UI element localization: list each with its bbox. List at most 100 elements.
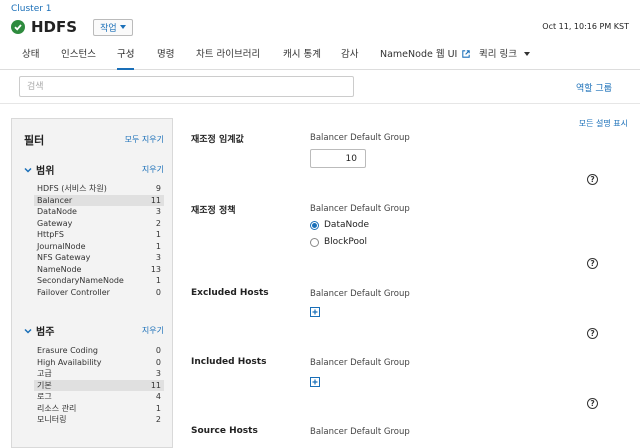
filter-item-main[interactable]: 기본 11	[34, 379, 164, 391]
tab-configuration[interactable]: 구성	[117, 40, 135, 70]
add-excluded-host-button[interactable]	[310, 307, 320, 317]
caret-down-icon	[524, 52, 531, 56]
prop-source-hosts-label: Source Hosts	[191, 426, 258, 436]
filter-item-label: NFS Gateway	[37, 253, 91, 263]
filter-item-namenode[interactable]: NameNode 13	[34, 264, 164, 276]
tab-status[interactable]: 상태	[22, 40, 39, 70]
filter-item-count: 0	[155, 287, 161, 297]
filter-item-label: JournalNode	[37, 241, 86, 251]
tab-audit[interactable]: 감사	[341, 40, 358, 70]
filter-item-count: 1	[155, 276, 161, 286]
tab-quick-links[interactable]: 퀵리 링크	[479, 40, 531, 70]
prop-included-hosts-label: Included Hosts	[191, 357, 267, 367]
filter-item-balancer[interactable]: Balancer 11	[34, 194, 164, 206]
category-clear-link[interactable]: 지우기	[142, 325, 164, 336]
help-icon[interactable]: ?	[587, 328, 598, 339]
chevron-down-icon	[24, 167, 32, 173]
category-group-title: 범주	[36, 327, 55, 338]
tab-instances[interactable]: 인스턴스	[61, 40, 96, 70]
prop-threshold-group: Balancer Default Group	[310, 133, 410, 143]
help-icon[interactable]: ?	[587, 398, 598, 409]
caret-down-icon	[119, 25, 126, 29]
external-link-icon	[462, 50, 471, 58]
prop-excluded-hosts-label: Excluded Hosts	[191, 288, 269, 298]
scope-filter-list: HDFS (서비스 차원) 9 Balancer 11 DataNode 3 Gate…	[34, 183, 164, 298]
filter-item-resource-management[interactable]: 리소스 관리 1	[34, 403, 164, 415]
tab-cache-stats[interactable]: 캐시 통계	[283, 40, 321, 70]
filter-item-logs[interactable]: 로그 4	[34, 391, 164, 403]
filter-item-monitoring[interactable]: 모니터링 2	[34, 414, 164, 426]
filter-item-count: 1	[155, 241, 161, 251]
filter-item-label: High Availability	[37, 357, 102, 367]
search-bar: 역할 그룹	[0, 70, 640, 104]
timestamp: Oct 11, 10:16 PM KST	[542, 22, 629, 31]
filter-item-count: 4	[155, 392, 161, 402]
chevron-down-icon	[24, 328, 32, 334]
filter-item-label: SecondaryNameNode	[37, 276, 124, 286]
filter-title: 필터	[24, 134, 45, 147]
filter-panel: 필터 모두 지우기 범위 지우기 HDFS (서비스 차원) 9 Balancer…	[11, 118, 173, 448]
filter-item-label: Failover Controller	[37, 287, 110, 297]
filter-item-hdfs-service[interactable]: HDFS (서비스 차원) 9	[34, 183, 164, 195]
filter-item-count: 3	[155, 253, 161, 263]
scope-group-title: 범위	[36, 166, 55, 177]
tab-bar: 상태 인스턴스 구성 명령 차트 라이브러리 캐시 통계 감사 NameNode…	[0, 40, 640, 70]
help-icon[interactable]: ?	[587, 174, 598, 185]
header: Cluster 1 HDFS 작업 Oct 11, 10:16 PM KST	[0, 0, 640, 40]
add-included-host-button[interactable]	[310, 377, 320, 387]
radio-unselected-icon	[310, 237, 319, 247]
help-icon[interactable]: ?	[587, 258, 598, 269]
filter-item-label: Balancer	[37, 195, 73, 205]
filter-item-secondarynamenode[interactable]: SecondaryNameNode 1	[34, 275, 164, 287]
filter-item-count: 0	[155, 357, 161, 367]
tab-namenode-web-ui-label: NameNode 웹 UI	[380, 49, 458, 60]
radio-blockpool[interactable]: BlockPool	[310, 237, 367, 247]
prop-threshold-label: 재조정 임계값	[191, 135, 244, 145]
tab-commands[interactable]: 명령	[157, 40, 174, 70]
filter-item-count: 1	[155, 230, 161, 240]
filter-item-count: 3	[155, 369, 161, 379]
check-circle-icon	[11, 20, 25, 34]
threshold-input[interactable]	[310, 149, 366, 168]
service-title-row: HDFS 작업	[11, 17, 133, 37]
filter-item-count: 0	[155, 346, 161, 356]
filter-item-failover-controller[interactable]: Failover Controller 0	[34, 287, 164, 299]
plus-icon	[312, 379, 318, 385]
filter-item-count: 2	[155, 415, 161, 425]
tab-chart-library[interactable]: 차트 라이브러리	[196, 40, 260, 70]
tab-namenode-web-ui[interactable]: NameNode 웹 UI	[380, 40, 471, 70]
filter-item-label: Erasure Coding	[37, 346, 98, 356]
filter-item-high-availability[interactable]: High Availability 0	[34, 357, 164, 369]
filter-item-nfs-gateway[interactable]: NFS Gateway 3	[34, 252, 164, 264]
filter-item-count: 9	[155, 184, 161, 194]
category-filter-list: Erasure Coding 0 High Availability 0 고급 3 기…	[34, 345, 164, 426]
prop-policy-group: Balancer Default Group	[310, 204, 410, 214]
show-all-descriptions-link[interactable]: 모든 설명 표시	[579, 118, 628, 129]
filter-item-erasure-coding[interactable]: Erasure Coding 0	[34, 345, 164, 357]
filter-item-count: 3	[155, 207, 161, 217]
prop-included-hosts-group: Balancer Default Group	[310, 358, 410, 368]
radio-selected-icon	[310, 220, 319, 230]
filter-item-advanced[interactable]: 고급 3	[34, 368, 164, 380]
filter-item-gateway[interactable]: Gateway 2	[34, 218, 164, 230]
filter-item-label: 기본	[37, 380, 52, 390]
scope-clear-link[interactable]: 지우기	[142, 164, 164, 175]
actions-dropdown-button[interactable]: 작업	[93, 18, 133, 36]
search-input[interactable]	[19, 76, 354, 97]
clear-all-filters-link[interactable]: 모두 지우기	[125, 134, 164, 145]
filter-item-datanode[interactable]: DataNode 3	[34, 206, 164, 218]
filter-item-label: 모니터링	[37, 415, 67, 425]
service-name: HDFS	[31, 18, 78, 36]
filter-item-count: 11	[150, 195, 161, 205]
filter-item-label: HttpFS	[37, 230, 64, 240]
category-group-toggle[interactable]: 범주	[24, 323, 54, 338]
filter-item-httpfs[interactable]: HttpFS 1	[34, 229, 164, 241]
filter-item-label: HDFS (서비스 차원)	[37, 184, 107, 194]
filter-item-label: NameNode	[37, 264, 82, 274]
role-group-link[interactable]: 역할 그룹	[576, 81, 612, 94]
scope-group-toggle[interactable]: 범위	[24, 162, 54, 177]
actions-label: 작업	[100, 23, 117, 34]
breadcrumb-cluster[interactable]: Cluster 1	[11, 4, 52, 14]
radio-datanode[interactable]: DataNode	[310, 220, 369, 230]
filter-item-journalnode[interactable]: JournalNode 1	[34, 241, 164, 253]
